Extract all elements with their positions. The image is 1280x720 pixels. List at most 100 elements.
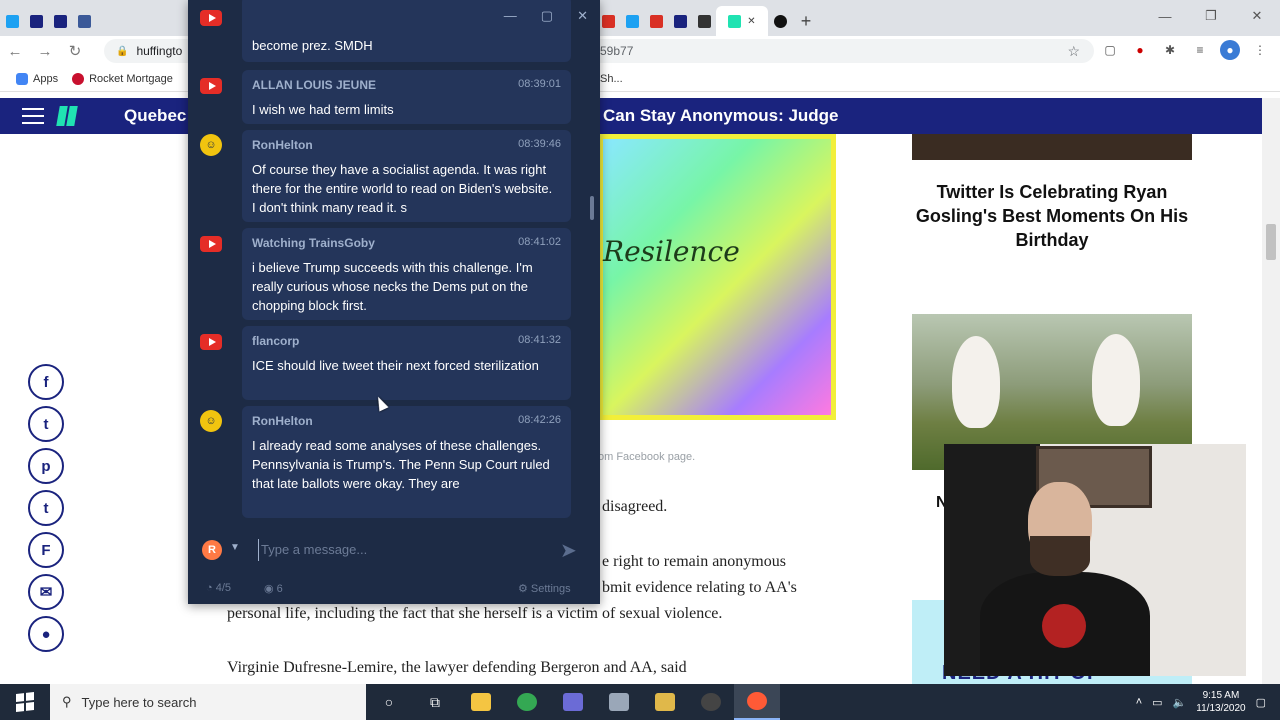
maximize-icon[interactable]: ❐ xyxy=(1188,0,1234,32)
playlist-icon[interactable]: ≡ xyxy=(1190,40,1210,60)
chat-author[interactable]: RonHelton xyxy=(252,138,313,152)
hamburger-menu-icon[interactable] xyxy=(22,108,44,124)
pinterest-share-icon[interactable]: p xyxy=(28,448,64,484)
browser-tab[interactable] xyxy=(692,6,716,36)
comment-icon[interactable]: ● xyxy=(28,616,64,652)
huffpost-logo[interactable] xyxy=(56,106,78,126)
chat-message: Watching TrainsGoby 08:41:02 i believe T… xyxy=(242,228,571,320)
site-icon xyxy=(697,14,711,28)
email-share-icon[interactable]: ✉ xyxy=(28,574,64,610)
header-headline-start: Quebec xyxy=(124,106,187,125)
chevron-down-icon[interactable]: ▼ xyxy=(230,542,240,553)
maximize-icon[interactable]: ▢ xyxy=(541,8,553,24)
site-icon xyxy=(773,14,787,28)
close-icon[interactable]: ✕ xyxy=(577,8,588,24)
url-text: huffingto xyxy=(136,44,183,58)
chat-scrollbar[interactable] xyxy=(590,196,594,220)
taskbar-clock[interactable]: 9:15 AM 11/13/2020 xyxy=(1196,689,1245,715)
chat-message-input[interactable]: Type a message... xyxy=(258,539,558,561)
browser-tab[interactable] xyxy=(768,6,792,36)
browser-tab[interactable] xyxy=(72,6,96,36)
extension-icon[interactable]: ▢ xyxy=(1100,40,1120,60)
star-icon[interactable]: ☆ xyxy=(1067,43,1080,60)
minimize-icon[interactable]: — xyxy=(504,8,517,24)
notifications-icon[interactable]: ▢ xyxy=(1256,696,1266,709)
facebook-share-icon[interactable]: f xyxy=(28,364,64,400)
app-icon[interactable] xyxy=(550,684,596,720)
chat-user-avatar[interactable]: R xyxy=(202,540,222,560)
page-scrollbar[interactable] xyxy=(1262,98,1280,684)
site-icon xyxy=(673,14,687,28)
forward-icon[interactable]: → xyxy=(30,43,60,60)
chevron-up-icon[interactable]: ˄ xyxy=(1136,696,1142,708)
extension-icons: ▢ ● ✱ ≡ ● ⋮ xyxy=(1100,40,1270,60)
new-tab-button[interactable]: + xyxy=(792,6,820,36)
browser-tab[interactable] xyxy=(620,6,644,36)
chat-author[interactable]: ALLAN LOUIS JEUNE xyxy=(252,78,376,92)
chat-timestamp: 08:42:26 xyxy=(518,414,561,426)
flipboard-share-icon[interactable]: F xyxy=(28,532,64,568)
close-icon[interactable]: ✕ xyxy=(747,16,755,27)
chat-timestamp: 08:41:02 xyxy=(518,236,561,248)
bookmark-item[interactable]: Sh... xyxy=(600,73,623,85)
chat-messages[interactable]: become prez. SMDH ALLAN LOUIS JEUNE 08:3… xyxy=(188,0,600,524)
chat-window-controls: — ▢ ✕ xyxy=(504,8,588,24)
browser-tab[interactable] xyxy=(48,6,72,36)
lock-icon: 🔒 xyxy=(116,45,129,57)
chat-timestamp: 08:39:46 xyxy=(518,138,561,150)
puzzle-icon[interactable]: ✱ xyxy=(1160,40,1180,60)
browser-tab[interactable] xyxy=(644,6,668,36)
article-text: disagreed. xyxy=(602,498,668,515)
browser-tab[interactable] xyxy=(0,6,24,36)
browser-tab[interactable] xyxy=(668,6,692,36)
chat-platform-count: ◔ 4/5 xyxy=(206,582,231,594)
back-icon[interactable]: ← xyxy=(0,43,30,60)
network-icon[interactable]: ▭ xyxy=(1152,696,1162,709)
chat-author[interactable]: RonHelton xyxy=(252,414,313,428)
cortana-icon[interactable]: ○ xyxy=(366,684,412,720)
menu-icon[interactable]: ⋮ xyxy=(1250,40,1270,60)
huffpost-icon xyxy=(728,14,742,28)
article-hero-image: Resilence xyxy=(598,134,836,420)
webcam-shirt-logo xyxy=(1042,604,1086,648)
chat-settings-button[interactable]: ⚙ Settings xyxy=(518,582,571,595)
start-button[interactable] xyxy=(0,684,50,720)
send-icon[interactable]: ➤ xyxy=(560,538,577,563)
article-text: e right to remain anonymous xyxy=(602,553,786,570)
chat-author[interactable]: Watching TrainsGoby xyxy=(252,236,375,250)
windows-taskbar: ⚲ Type here to search ○ ⧉ ˄ ▭ 🔈 9:15 AM … xyxy=(0,684,1280,720)
youtube-icon xyxy=(200,78,222,94)
close-icon[interactable]: ✕ xyxy=(1234,0,1280,32)
app-icon[interactable] xyxy=(596,684,642,720)
tumblr-share-icon[interactable]: t xyxy=(28,490,64,526)
chat-author[interactable]: flancorp xyxy=(252,334,299,348)
reload-icon[interactable]: ↻ xyxy=(60,42,90,60)
site-icon xyxy=(649,14,663,28)
browser-tab-active[interactable]: ✕ xyxy=(716,6,768,36)
twitter-share-icon[interactable]: t xyxy=(28,406,64,442)
share-buttons: f t p t F ✉ ● xyxy=(28,364,64,652)
chat-message: flancorp 08:41:32 ICE should live tweet … xyxy=(242,326,571,400)
minimize-icon[interactable]: — xyxy=(1142,0,1188,32)
obs-icon[interactable] xyxy=(688,684,734,720)
hero-text: Resilence xyxy=(603,235,740,268)
scrollbar-thumb[interactable] xyxy=(1266,224,1276,260)
sidebar-story-title[interactable]: Twitter Is Celebrating Ryan Gosling's Be… xyxy=(912,180,1192,252)
restream-icon[interactable] xyxy=(734,684,780,720)
volume-icon[interactable]: 🔈 xyxy=(1173,696,1187,709)
site-icon xyxy=(601,14,615,28)
screen: ✕ + — ❐ ✕ ← → ↻ 🔒 huffingto 59b77 ☆ ▢ ● … xyxy=(0,0,1280,720)
task-view-icon[interactable]: ⧉ xyxy=(412,684,458,720)
bookmark-rocket-mortgage[interactable]: Rocket Mortgage xyxy=(72,72,173,85)
media-player-icon[interactable] xyxy=(642,684,688,720)
file-explorer-icon[interactable] xyxy=(458,684,504,720)
bookmark-apps[interactable]: Apps xyxy=(16,72,58,85)
sidebar-story-image[interactable] xyxy=(912,134,1192,160)
browser-tab[interactable] xyxy=(24,6,48,36)
extension-icon[interactable]: ● xyxy=(1130,40,1150,60)
chicken-figure xyxy=(952,336,1000,428)
profile-avatar[interactable]: ● xyxy=(1220,40,1240,60)
taskbar-search[interactable]: ⚲ Type here to search xyxy=(50,684,366,720)
chat-message: RonHelton 08:42:26 I already read some a… xyxy=(242,406,571,518)
chrome-icon[interactable] xyxy=(504,684,550,720)
